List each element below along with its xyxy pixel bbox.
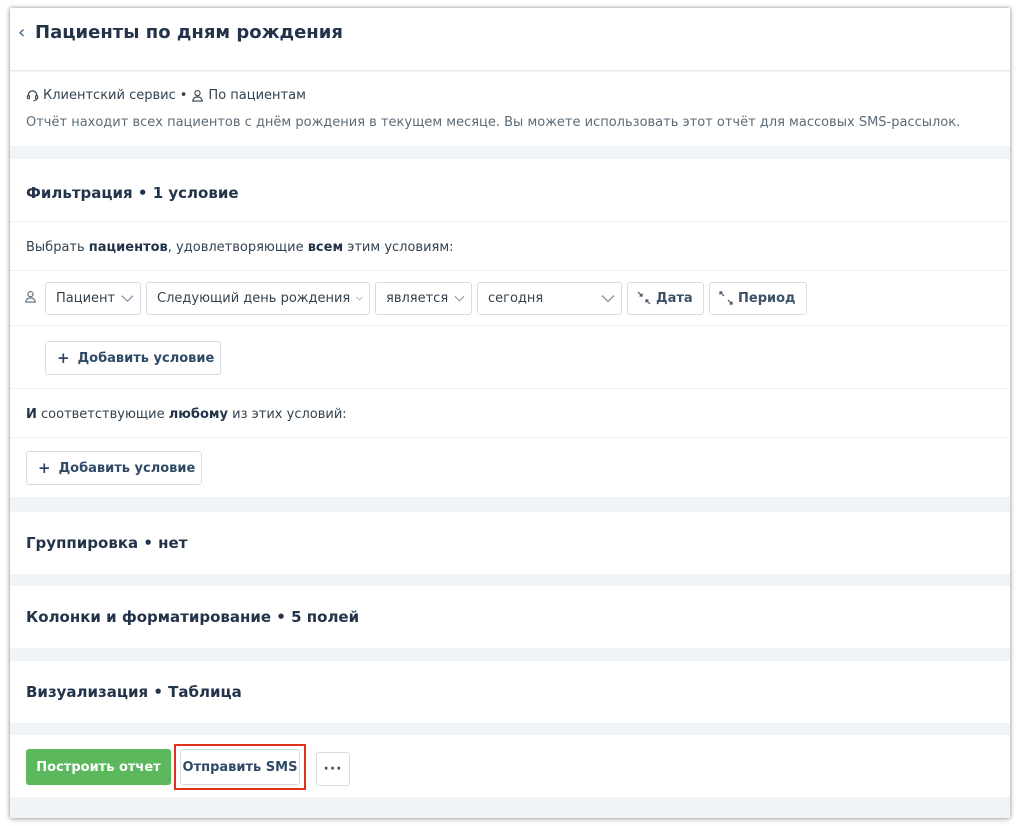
meta-separator: • [179, 88, 188, 103]
plus-icon: + [38, 459, 51, 477]
add-or-condition-button[interactable]: + Добавить условие [26, 451, 202, 485]
select-entity: пациентов [88, 240, 168, 255]
report-meta: Клиентский сервис • По пациентам [26, 88, 306, 103]
divider [10, 388, 1010, 389]
headset-icon [26, 90, 39, 102]
field-group-value: Пациент [56, 290, 116, 306]
chevron-down-icon [454, 295, 465, 302]
value-value: сегодня [488, 290, 544, 306]
or-suffix: из этих условий: [228, 407, 347, 422]
action-bar: Построить отчет Отправить SMS ··· [10, 735, 1010, 797]
operator-select[interactable]: является [375, 281, 472, 315]
select-suffix: этим условиям: [343, 240, 454, 255]
field-select[interactable]: Следующий день рождения [146, 281, 370, 315]
visualization-title[interactable]: Визуализация • Таблица [26, 683, 242, 701]
operator-value: является [386, 290, 449, 306]
person-icon [24, 290, 45, 307]
expand-arrows-icon [719, 291, 733, 305]
person-icon [192, 90, 204, 102]
field-group-select[interactable]: Пациент [45, 281, 141, 315]
divider [10, 270, 1010, 271]
or-any: любому [168, 407, 229, 422]
send-sms-button[interactable]: Отправить SMS [180, 749, 300, 785]
grouping-section[interactable]: Группировка • нет [10, 512, 1010, 574]
period-button[interactable]: Период [709, 281, 807, 315]
period-button-label: Период [738, 290, 796, 306]
filter-all-description: Выбрать пациентов, удовлетворяющие всем … [26, 240, 454, 255]
build-report-button[interactable]: Построить отчет [26, 749, 171, 785]
grouping-title[interactable]: Группировка • нет [26, 534, 187, 552]
filter-section: Фильтрация • 1 условие Выбрать пациентов… [10, 159, 1010, 497]
collapse-arrows-icon [637, 291, 651, 305]
select-all: всем [307, 240, 344, 255]
columns-section[interactable]: Колонки и форматирование • 5 полей [10, 586, 1010, 648]
divider [10, 437, 1010, 438]
service-category: Клиентский сервис [43, 88, 176, 103]
or-prefix: И [26, 407, 37, 422]
or-middle: соответствующие [36, 407, 169, 422]
plus-icon: + [57, 349, 70, 367]
select-middle: , удовлетворяющие [167, 240, 308, 255]
chevron-down-icon [356, 296, 363, 300]
divider [10, 325, 1010, 326]
add-condition-button[interactable]: + Добавить условие [45, 341, 221, 375]
date-button[interactable]: Дата [627, 281, 704, 315]
back-chevron-icon[interactable]: ‹ [18, 22, 25, 43]
page-title: Пациенты по дням рождения [35, 22, 343, 43]
report-info: Клиентский сервис • По пациентам Отчёт н… [10, 72, 1010, 146]
filter-title[interactable]: Фильтрация • 1 условие [26, 184, 239, 202]
report-description: Отчёт находит всех пациентов с днём рожд… [26, 115, 961, 130]
filter-any-description: И соответствующие любому из этих условий… [26, 407, 347, 422]
date-button-label: Дата [656, 290, 693, 306]
add-or-condition-label: Добавить условие [58, 460, 196, 476]
page-header: ‹ Пациенты по дням рождения [10, 8, 1010, 71]
report-window: ‹ Пациенты по дням рождения Клиентский с… [10, 8, 1010, 818]
select-prefix: Выбрать [26, 240, 89, 255]
chevron-down-icon [601, 294, 615, 302]
report-subject: По пациентам [208, 88, 306, 103]
value-select[interactable]: сегодня [477, 281, 622, 315]
columns-title[interactable]: Колонки и форматирование • 5 полей [26, 608, 359, 626]
chevron-down-icon [121, 294, 134, 302]
visualization-section[interactable]: Визуализация • Таблица [10, 661, 1010, 723]
more-options-button[interactable]: ··· [316, 752, 350, 786]
add-condition-label: Добавить условие [77, 350, 215, 366]
field-value: Следующий день рождения [157, 290, 351, 306]
divider [10, 221, 1010, 222]
condition-row: Пациент Следующий день рождения является… [24, 281, 812, 315]
